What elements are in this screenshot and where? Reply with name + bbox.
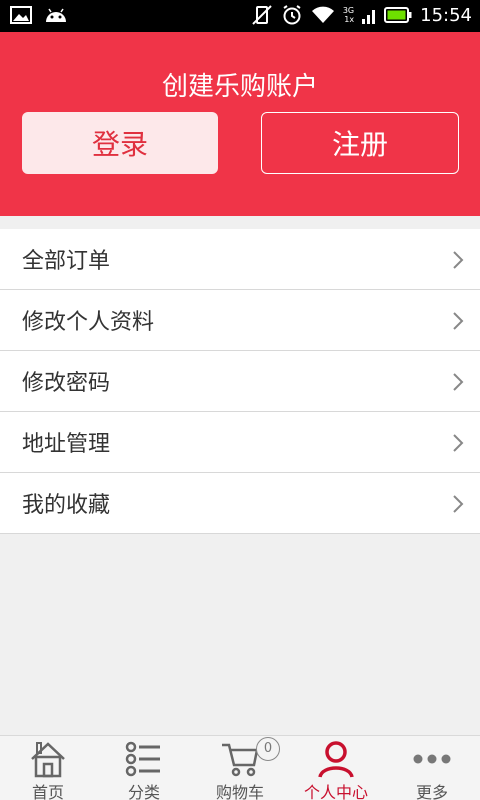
tab-label: 首页 xyxy=(31,783,64,800)
more-icon xyxy=(413,754,451,764)
chevron-right-icon xyxy=(453,373,464,391)
menu-item-label: 修改密码 xyxy=(22,371,111,396)
network-type-label: 3G xyxy=(342,6,355,15)
menu-item-favorites[interactable]: 我的收藏 xyxy=(0,473,480,534)
chevron-right-icon xyxy=(453,251,464,269)
chevron-right-icon xyxy=(453,434,464,452)
tab-label: 购物车 xyxy=(215,783,264,800)
menu-item-label: 地址管理 xyxy=(22,432,111,457)
menu-item-edit-profile[interactable]: 修改个人资料 xyxy=(0,290,480,351)
tab-profile[interactable]: 个人中心 xyxy=(288,736,384,800)
list-icon xyxy=(125,741,160,777)
tab-more[interactable]: 更多 xyxy=(384,736,480,800)
chevron-right-icon xyxy=(453,495,464,513)
wifi-icon xyxy=(311,6,334,23)
cart-icon xyxy=(222,743,259,777)
tab-home[interactable]: 首页 xyxy=(0,736,96,800)
person-icon xyxy=(318,741,354,778)
login-button[interactable]: 登录 xyxy=(22,112,218,174)
tab-cart[interactable]: 0 购物车 xyxy=(192,736,288,800)
account-menu: 全部订单 修改个人资料 修改密码 地址管理 我的收藏 xyxy=(0,229,480,534)
register-button[interactable]: 注册 xyxy=(261,112,459,174)
header-title: 创建乐购账户 xyxy=(161,72,318,102)
network-type-label-2: 1x xyxy=(344,15,355,24)
chevron-right-icon xyxy=(453,312,464,330)
menu-item-label: 我的收藏 xyxy=(22,493,111,518)
cart-count-badge: 0 xyxy=(256,737,280,761)
bottom-tab-bar: 首页 分类 0 购物车 个人中心 更多 xyxy=(0,735,480,800)
menu-item-address[interactable]: 地址管理 xyxy=(0,412,480,473)
network-indicator: 3G 1x xyxy=(343,6,354,24)
tab-label: 更多 xyxy=(415,783,448,800)
menu-item-label: 修改个人资料 xyxy=(22,310,155,335)
menu-item-all-orders[interactable]: 全部订单 xyxy=(0,229,480,290)
home-icon xyxy=(31,742,65,778)
signal-icon xyxy=(362,10,376,24)
image-notification-icon xyxy=(10,6,32,24)
clock: 15:54 xyxy=(420,4,472,26)
status-bar: 3G 1x 15:54 xyxy=(0,0,480,32)
tab-label: 分类 xyxy=(127,783,160,800)
android-icon xyxy=(46,8,66,22)
alarm-icon xyxy=(283,5,301,25)
vibrate-off-icon xyxy=(252,5,272,25)
tab-label: 个人中心 xyxy=(303,783,368,800)
menu-item-label: 全部订单 xyxy=(22,249,111,274)
tab-category[interactable]: 分类 xyxy=(96,736,192,800)
battery-icon xyxy=(384,7,412,23)
account-header: 创建乐购账户 登录 注册 xyxy=(0,32,480,216)
menu-item-change-password[interactable]: 修改密码 xyxy=(0,351,480,412)
